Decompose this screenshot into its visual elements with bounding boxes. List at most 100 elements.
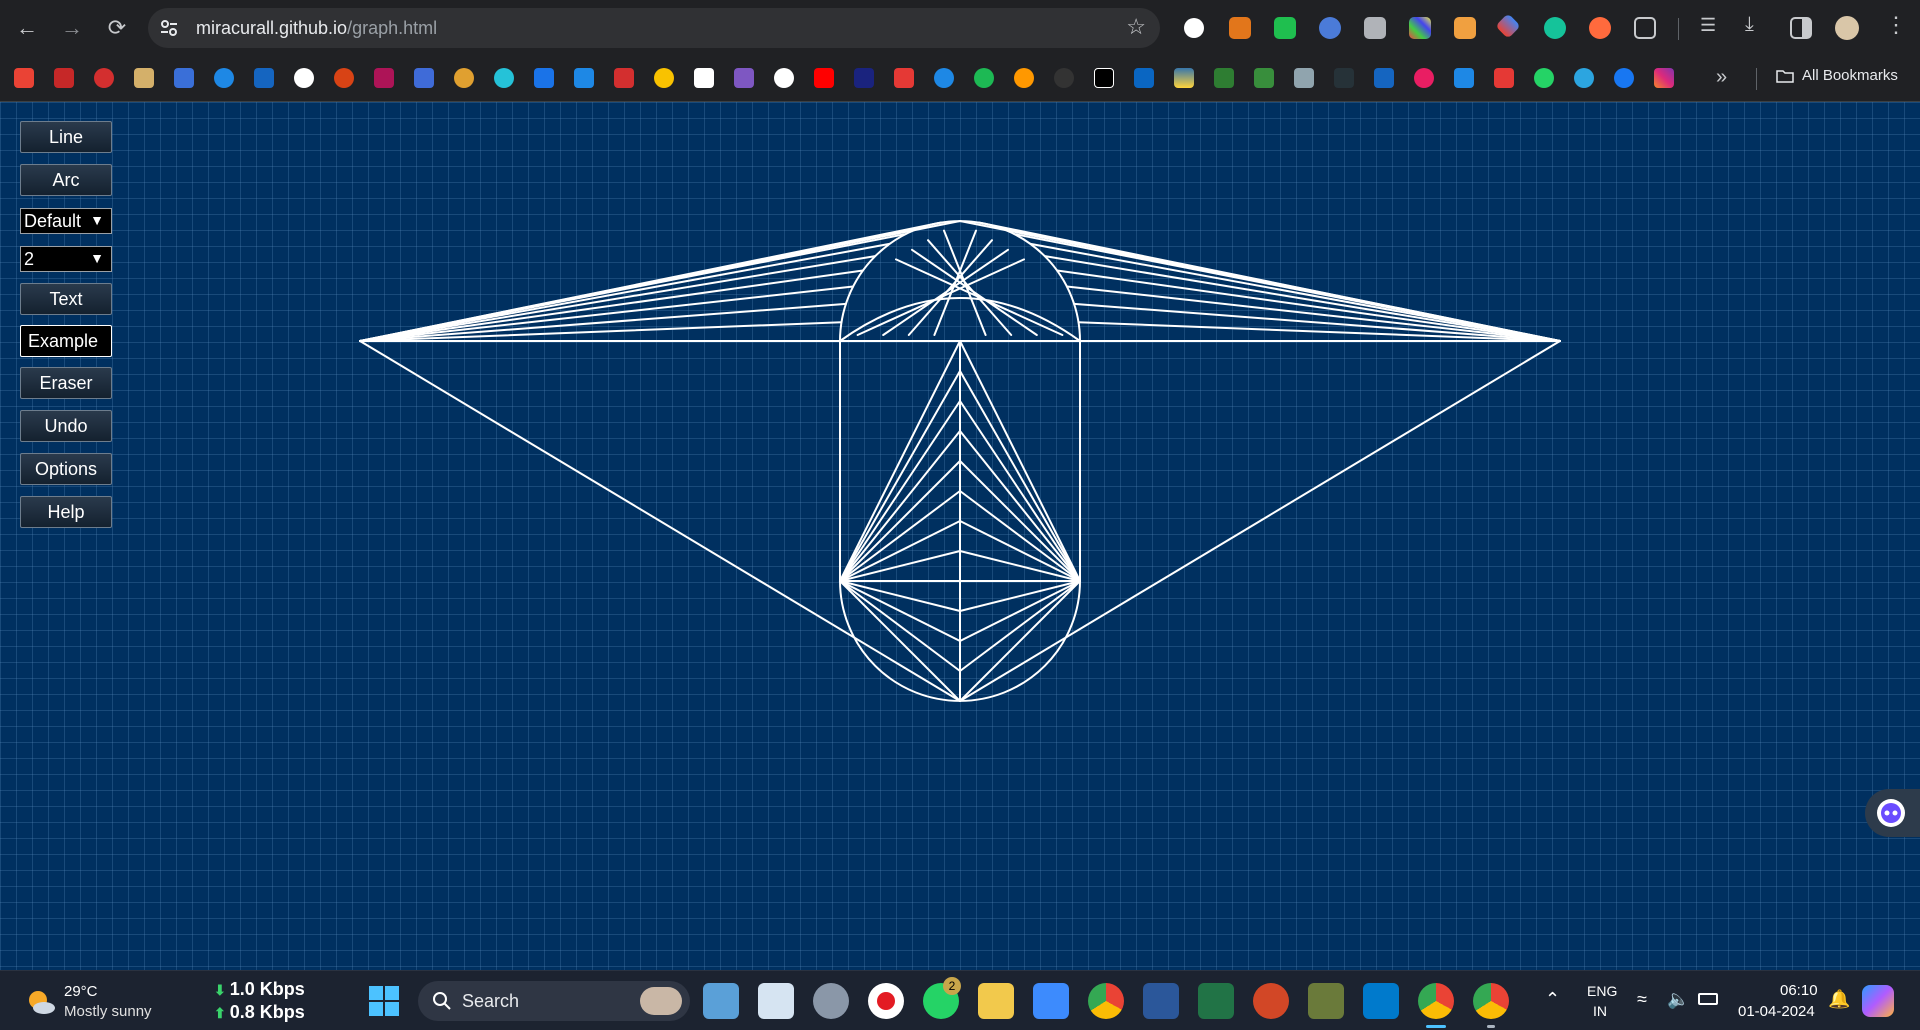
puzzle-extensions-icon[interactable] bbox=[1634, 17, 1656, 39]
red-h-bookmark-icon[interactable] bbox=[894, 68, 914, 88]
drive-bookmark-icon[interactable] bbox=[174, 68, 194, 88]
file-explorer-icon[interactable] bbox=[978, 983, 1014, 1019]
gmail-bookmark-icon[interactable] bbox=[14, 68, 34, 88]
chrome-second-profile-icon[interactable] bbox=[1473, 983, 1509, 1019]
whatsapp-bookmark-icon[interactable] bbox=[1534, 68, 1554, 88]
help-button[interactable]: Help bbox=[20, 496, 112, 528]
download-icon[interactable]: ⤓ bbox=[1745, 13, 1767, 35]
chevron-double-right-icon[interactable]: » bbox=[1716, 66, 1727, 89]
purple-bookmark-icon[interactable] bbox=[734, 68, 754, 88]
side-panel-icon[interactable] bbox=[1790, 17, 1812, 39]
weather-description[interactable]: Mostly sunny bbox=[64, 1003, 152, 1020]
blue-circle-bookmark-icon[interactable] bbox=[214, 68, 234, 88]
amazon-bookmark-icon[interactable] bbox=[694, 68, 714, 88]
powerpoint-icon[interactable] bbox=[1253, 983, 1289, 1019]
assistant-bubble-button[interactable] bbox=[1865, 789, 1920, 837]
red-bookmark-icon[interactable] bbox=[614, 68, 634, 88]
linkedin-bookmark-icon[interactable] bbox=[1134, 68, 1154, 88]
speed-dial-extension-icon[interactable] bbox=[1184, 18, 1204, 38]
blue-slash-bookmark-icon[interactable] bbox=[574, 68, 594, 88]
text-button[interactable]: Text bbox=[20, 283, 112, 315]
media-controls-icon[interactable]: ☰ bbox=[1700, 15, 1722, 37]
width-select[interactable]: 2 ▼ bbox=[20, 246, 112, 272]
volume-icon[interactable]: 🔈 bbox=[1667, 989, 1689, 1010]
all-bookmarks-button[interactable]: All Bookmarks bbox=[1776, 67, 1898, 84]
bank-bookmark-icon[interactable] bbox=[254, 68, 274, 88]
undo-button[interactable]: Undo bbox=[20, 410, 112, 442]
excel-icon[interactable] bbox=[1198, 983, 1234, 1019]
task-manager-icon[interactable] bbox=[758, 983, 794, 1019]
wifi-icon[interactable]: ≈ bbox=[1637, 989, 1647, 1010]
teal-bookmark-icon[interactable] bbox=[494, 68, 514, 88]
github-bookmark-icon[interactable] bbox=[1054, 68, 1074, 88]
settings-gear-icon[interactable] bbox=[813, 983, 849, 1019]
weather-temperature[interactable]: 29°C bbox=[64, 983, 98, 1000]
swirl-bookmark-icon[interactable] bbox=[334, 68, 354, 88]
site-info-icon[interactable] bbox=[158, 17, 180, 39]
paypal-bookmark-icon[interactable] bbox=[534, 68, 554, 88]
google-bookmark-icon[interactable] bbox=[774, 68, 794, 88]
orange-extension-icon[interactable] bbox=[1454, 17, 1476, 39]
green-extension-icon[interactable] bbox=[1274, 17, 1296, 39]
triangle-bookmark-icon[interactable] bbox=[374, 68, 394, 88]
python-bookmark-icon[interactable] bbox=[1174, 68, 1194, 88]
facebook-bookmark-icon[interactable] bbox=[1614, 68, 1634, 88]
address-bar[interactable]: miracurall.github.io/graph.html ☆ bbox=[148, 8, 1160, 48]
notepad-icon[interactable] bbox=[1033, 983, 1069, 1019]
profile-avatar[interactable] bbox=[1835, 16, 1859, 40]
forward-icon[interactable]: → bbox=[55, 11, 89, 45]
clock-date[interactable]: 01-04-2024 bbox=[1738, 1003, 1815, 1020]
example-button[interactable]: Example bbox=[20, 325, 112, 357]
color-extension-icon[interactable] bbox=[1409, 17, 1431, 39]
fire-extension-icon[interactable] bbox=[1589, 17, 1611, 39]
dollar-bookmark-icon[interactable] bbox=[454, 68, 474, 88]
shield-bookmark-icon[interactable] bbox=[54, 68, 74, 88]
infinity-bookmark-icon[interactable] bbox=[1014, 68, 1034, 88]
globe-bookmark-icon[interactable] bbox=[294, 68, 314, 88]
pin-bookmark-icon[interactable] bbox=[1374, 68, 1394, 88]
chrome-icon[interactable] bbox=[1088, 983, 1124, 1019]
diamond-extension-icon[interactable] bbox=[1495, 13, 1521, 39]
screen-recorder-icon[interactable] bbox=[868, 983, 904, 1019]
w-bookmark-icon[interactable] bbox=[1254, 68, 1274, 88]
instagram-bookmark-icon[interactable] bbox=[1654, 68, 1674, 88]
style-select[interactable]: Default ▼ bbox=[20, 208, 112, 234]
chrome-profile-icon[interactable] bbox=[1418, 983, 1454, 1019]
kebab-menu-icon[interactable]: ⋮ bbox=[1885, 12, 1907, 37]
snipping-tool-icon[interactable] bbox=[1308, 983, 1344, 1019]
arc-button[interactable]: Arc bbox=[20, 164, 112, 196]
copilot-icon[interactable] bbox=[1862, 985, 1894, 1017]
spotify-bookmark-icon[interactable] bbox=[974, 68, 994, 88]
printer-extension-icon[interactable] bbox=[1364, 17, 1386, 39]
clock-time[interactable]: 06:10 bbox=[1780, 982, 1818, 999]
whatsapp-icon[interactable]: 2 bbox=[923, 977, 961, 1019]
news-bookmark-icon[interactable] bbox=[1494, 68, 1514, 88]
sun-cloud-icon[interactable] bbox=[24, 988, 56, 1016]
flipkart-bookmark-icon[interactable] bbox=[654, 68, 674, 88]
windows-logo-icon[interactable] bbox=[369, 986, 399, 1016]
youtube-bookmark-icon[interactable] bbox=[814, 68, 834, 88]
metamask-icon[interactable] bbox=[1229, 17, 1251, 39]
doc-bookmark-icon[interactable] bbox=[134, 68, 154, 88]
mountain-bookmark-icon[interactable] bbox=[1294, 68, 1314, 88]
language-line2[interactable]: IN bbox=[1593, 1003, 1607, 1019]
telegram-bookmark-icon[interactable] bbox=[1574, 68, 1594, 88]
notification-bell-icon[interactable]: 🔔 bbox=[1828, 989, 1850, 1010]
dot-bookmark-icon[interactable] bbox=[1454, 68, 1474, 88]
vscode-icon[interactable] bbox=[1363, 983, 1399, 1019]
line-button[interactable]: Line bbox=[20, 121, 112, 153]
chevron-up-icon[interactable]: ⌃ bbox=[1545, 989, 1560, 1010]
gfg-bookmark-icon[interactable] bbox=[1214, 68, 1234, 88]
chrome-extension-icon[interactable] bbox=[1319, 17, 1341, 39]
hat-bookmark-icon[interactable] bbox=[94, 68, 114, 88]
dark-bookmark-icon[interactable] bbox=[1334, 68, 1354, 88]
eraser-button[interactable]: Eraser bbox=[20, 367, 112, 399]
back-icon[interactable]: ← bbox=[10, 11, 44, 45]
crown-bookmark-icon[interactable] bbox=[414, 68, 434, 88]
hackerrank-bookmark-icon[interactable] bbox=[1094, 68, 1114, 88]
grammarly-icon[interactable] bbox=[1544, 17, 1566, 39]
taskbar-search[interactable]: Search bbox=[418, 981, 690, 1021]
drawing-canvas[interactable]: Line Arc Default ▼ 2 ▼ Text Example Eras… bbox=[0, 102, 1920, 970]
pink-bookmark-icon[interactable] bbox=[1414, 68, 1434, 88]
battery-icon[interactable] bbox=[1698, 993, 1718, 1005]
